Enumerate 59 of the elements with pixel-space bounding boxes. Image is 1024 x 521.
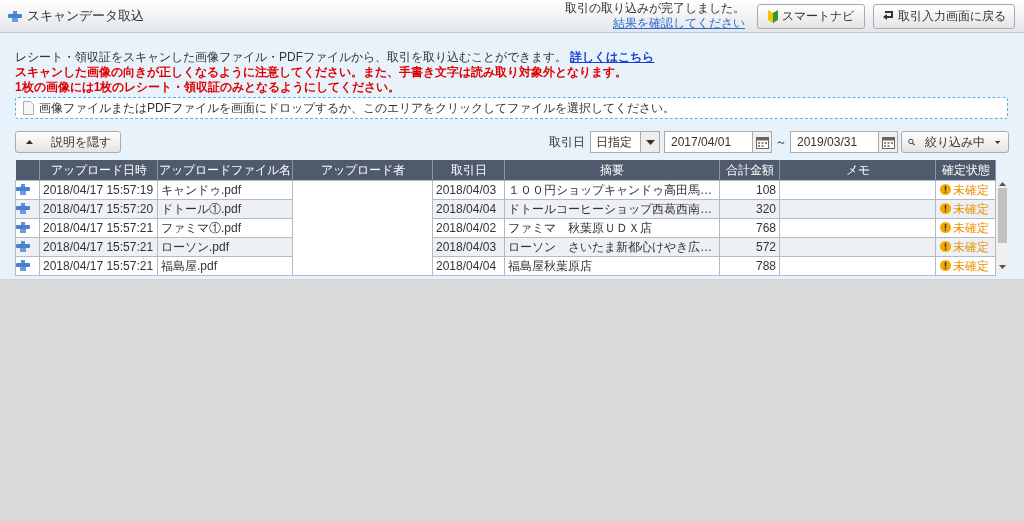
status-label: 未確定 [940,180,991,199]
up-triangle-icon [26,140,33,144]
column-header: 合計金額 [719,160,780,180]
details-link[interactable]: 詳しくはこちら [570,50,655,64]
date-mode-select[interactable]: 日指定 [590,131,660,153]
column-header: メモ [779,160,936,180]
calendar-icon [881,135,895,149]
column-header: 摘要 [504,160,720,180]
row-scan-icon [16,260,30,271]
warning-text: スキャンした画像の向きが正しくなるように注意してください。また、手書き文字は読み取り対象外となります。 [15,65,628,80]
caret-icon [645,139,655,145]
date-cell: 2018/04/03 [432,180,505,199]
range-separator: ～ [775,134,787,151]
beginner-mark-icon [768,9,778,23]
back-button[interactable]: 取引入力画面に戻る [873,3,1015,29]
status-label: 未確定 [940,218,991,237]
date-label: 取引日 [549,134,585,151]
column-header: 確定状態 [935,160,996,180]
drop-zone[interactable]: 画像ファイルまたはPDFファイルを画面にドロップするか、このエリアをクリックしてファイルを選択してください。 [15,97,1008,119]
status-label: 未確定 [940,199,991,218]
table-header [15,160,40,180]
result-link[interactable]: 結果を確認してください [613,16,745,31]
scanner-icon [8,10,22,22]
column-header: 取引日 [432,160,505,180]
warning-icon [940,241,951,252]
scrollbar[interactable] [996,180,1009,271]
row-scan-icon [16,203,30,214]
column-header: アップロード者 [292,160,433,180]
filter-button[interactable]: 絞り込み中 [901,131,1009,153]
date-field[interactable]: 2019/03/31 [790,131,898,153]
page-title: スキャンデータ取込 [27,7,144,26]
hide-description-button[interactable]: 説明を隠す [15,131,121,153]
smart-navi-button[interactable]: スマートナビ [757,3,865,29]
warning-icon [940,203,951,214]
row-scan-icon [16,222,30,233]
row-scan-icon [16,184,30,195]
amount-cell: 108 [719,180,780,199]
return-arrow-icon [882,11,894,21]
column-header: アップロードファイル名 [157,160,293,180]
info-text: レシート・領収証をスキャンした画像ファイル・PDFファイルから、取引を取り込むことができます。 詳しくはこちら [15,50,656,65]
file-name-cell: キャンドゥ.pdf [157,180,293,199]
calendar-icon [755,135,769,149]
date-field[interactable]: 2017/04/01 [664,131,772,153]
warning-icon [940,260,951,271]
search-icon [908,136,915,148]
status-label: 未確定 [940,237,991,256]
summary-cell: １００円ショップキャンドゥ高田馬… [504,180,720,199]
scroll-up-icon [999,182,1006,186]
upload-datetime-cell: 2018/04/17 15:57:19 [39,180,158,199]
column-header: アップロード日時 [39,160,158,180]
status-label: 未確定 [940,256,991,275]
warning-text: 1枚の画像には1枚のレシート・領収証のみとなるようにしてください。 [15,80,402,95]
row-scan-icon [16,241,30,252]
document-icon [23,101,34,115]
scroll-down-icon [999,265,1006,269]
caret-icon [994,139,1000,145]
warning-icon [940,184,951,195]
import-notice: 取引の取り込みが完了しました。 [565,1,745,16]
warning-icon [940,222,951,233]
